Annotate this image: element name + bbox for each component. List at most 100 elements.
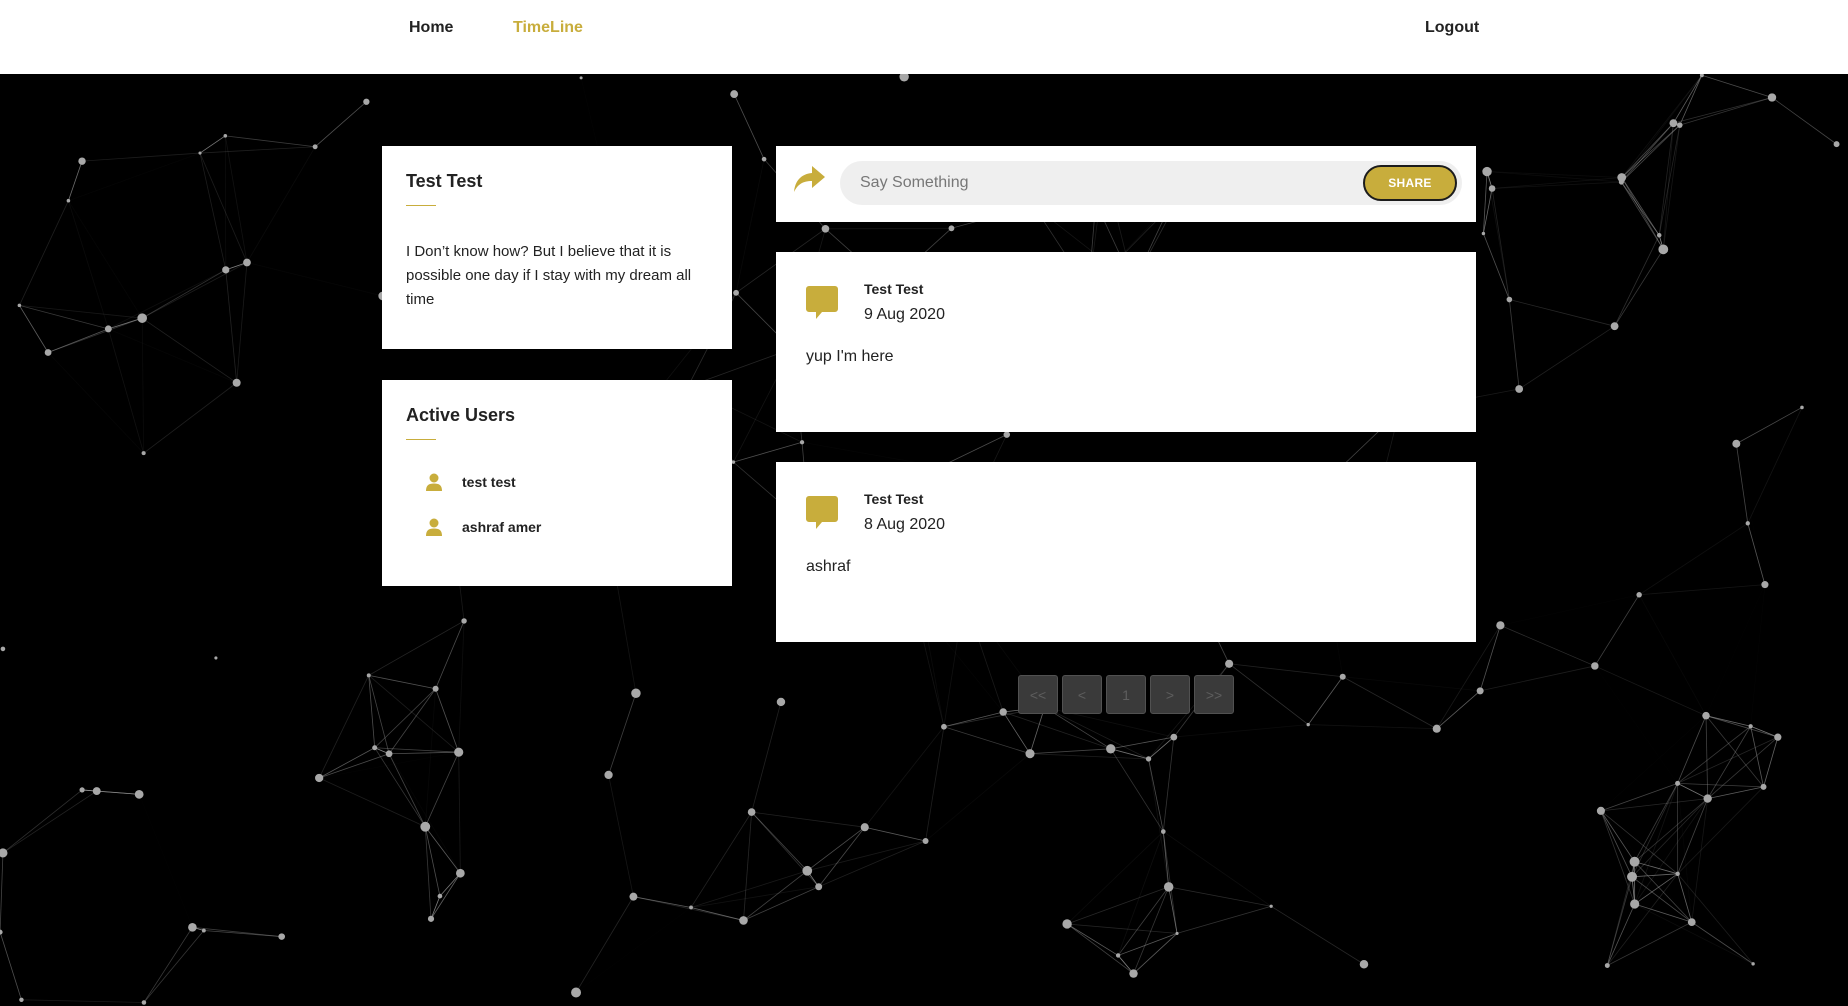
network-link [142, 262, 248, 319]
network-node [232, 378, 241, 387]
network-link [199, 152, 248, 263]
page-prev-button[interactable]: < [1062, 675, 1102, 714]
network-link [1003, 711, 1111, 750]
network-node [366, 673, 371, 678]
network-link [1679, 97, 1773, 126]
network-node [1687, 918, 1696, 927]
network-node [1675, 871, 1680, 876]
speech-bubble-icon [806, 286, 838, 319]
network-node [579, 76, 583, 80]
network-node [1732, 439, 1741, 448]
share-button[interactable]: SHARE [1363, 165, 1457, 201]
nav-home-link[interactable]: Home [409, 18, 453, 38]
network-node [1676, 122, 1683, 128]
title-divider [406, 439, 436, 440]
network-node [456, 868, 465, 878]
post-card: Test Test 8 Aug 2020 ashraf [776, 462, 1476, 642]
network-node [776, 697, 786, 707]
network-link [192, 926, 282, 937]
network-link [1735, 443, 1749, 524]
network-link [1436, 690, 1481, 730]
network-node [454, 747, 464, 757]
network-node [385, 750, 393, 758]
network-link [68, 200, 109, 330]
network-link [199, 135, 226, 154]
network-link [733, 441, 803, 463]
network-node [315, 773, 324, 783]
network-link [1508, 299, 1520, 390]
network-node [437, 893, 443, 899]
network-link [1673, 97, 1773, 124]
network-node [0, 929, 3, 935]
network-node [201, 928, 206, 933]
page-next-button[interactable]: > [1150, 675, 1190, 714]
network-link [225, 135, 316, 148]
network-node [1656, 232, 1662, 238]
nav-logout-link[interactable]: Logout [1425, 18, 1479, 38]
network-link [1117, 831, 1164, 956]
network-link [439, 872, 461, 897]
network-link [1601, 811, 1692, 922]
network-link [1763, 737, 1779, 787]
network-node [899, 74, 909, 82]
page-last-button[interactable]: >> [1194, 675, 1234, 714]
network-link [1594, 665, 1707, 717]
network-link [246, 146, 316, 263]
network-link [389, 751, 459, 755]
network-link [141, 269, 226, 319]
network-link [368, 674, 436, 690]
network-link [1673, 75, 1703, 124]
network-link [1066, 886, 1169, 925]
network-link [1483, 233, 1510, 300]
network-link [1677, 782, 1764, 788]
network-link [1621, 122, 1674, 178]
network-link [1707, 736, 1779, 799]
network-node [1129, 969, 1138, 978]
network-link [576, 907, 691, 992]
network-link [925, 726, 945, 842]
network-link [1110, 748, 1164, 832]
active-user-item[interactable]: test test [426, 470, 708, 494]
page-first-button[interactable]: << [1018, 675, 1058, 714]
network-node [66, 198, 71, 203]
page-current-button[interactable]: 1 [1106, 675, 1146, 714]
network-node [1774, 733, 1782, 741]
network-link [751, 811, 865, 828]
network-link [633, 896, 744, 921]
network-node [733, 289, 739, 296]
network-link [1747, 407, 1803, 524]
network-node [631, 688, 641, 698]
network-link [1701, 74, 1773, 98]
network-node [1106, 744, 1116, 754]
network-node [1800, 405, 1804, 410]
network-link [1621, 74, 1703, 183]
network-link [199, 152, 227, 270]
network-node [1596, 806, 1605, 815]
network-link [608, 774, 634, 897]
network-link [1621, 181, 1660, 236]
network-link [430, 873, 461, 920]
active-user-item[interactable]: ashraf amer [426, 515, 708, 539]
network-link [1509, 299, 1615, 327]
network-link [2, 790, 97, 854]
network-link [1677, 783, 1708, 799]
network-link [108, 269, 226, 330]
network-link [225, 269, 238, 383]
network-node [1751, 962, 1755, 966]
network-link [1500, 624, 1596, 667]
network-link [1163, 831, 1272, 907]
network-node [1160, 829, 1166, 834]
network-node [629, 892, 638, 901]
network-node [141, 1000, 147, 1005]
network-link [318, 747, 375, 779]
post-input[interactable] [854, 161, 1334, 205]
network-link [1705, 715, 1778, 738]
network-link [236, 262, 248, 383]
network-node [141, 451, 146, 456]
network-node [1062, 919, 1072, 929]
network-link [751, 811, 820, 888]
network-node [1604, 963, 1610, 969]
network-link [1614, 235, 1660, 327]
network-link [1029, 748, 1111, 755]
nav-timeline-link[interactable]: TimeLine [513, 18, 583, 38]
